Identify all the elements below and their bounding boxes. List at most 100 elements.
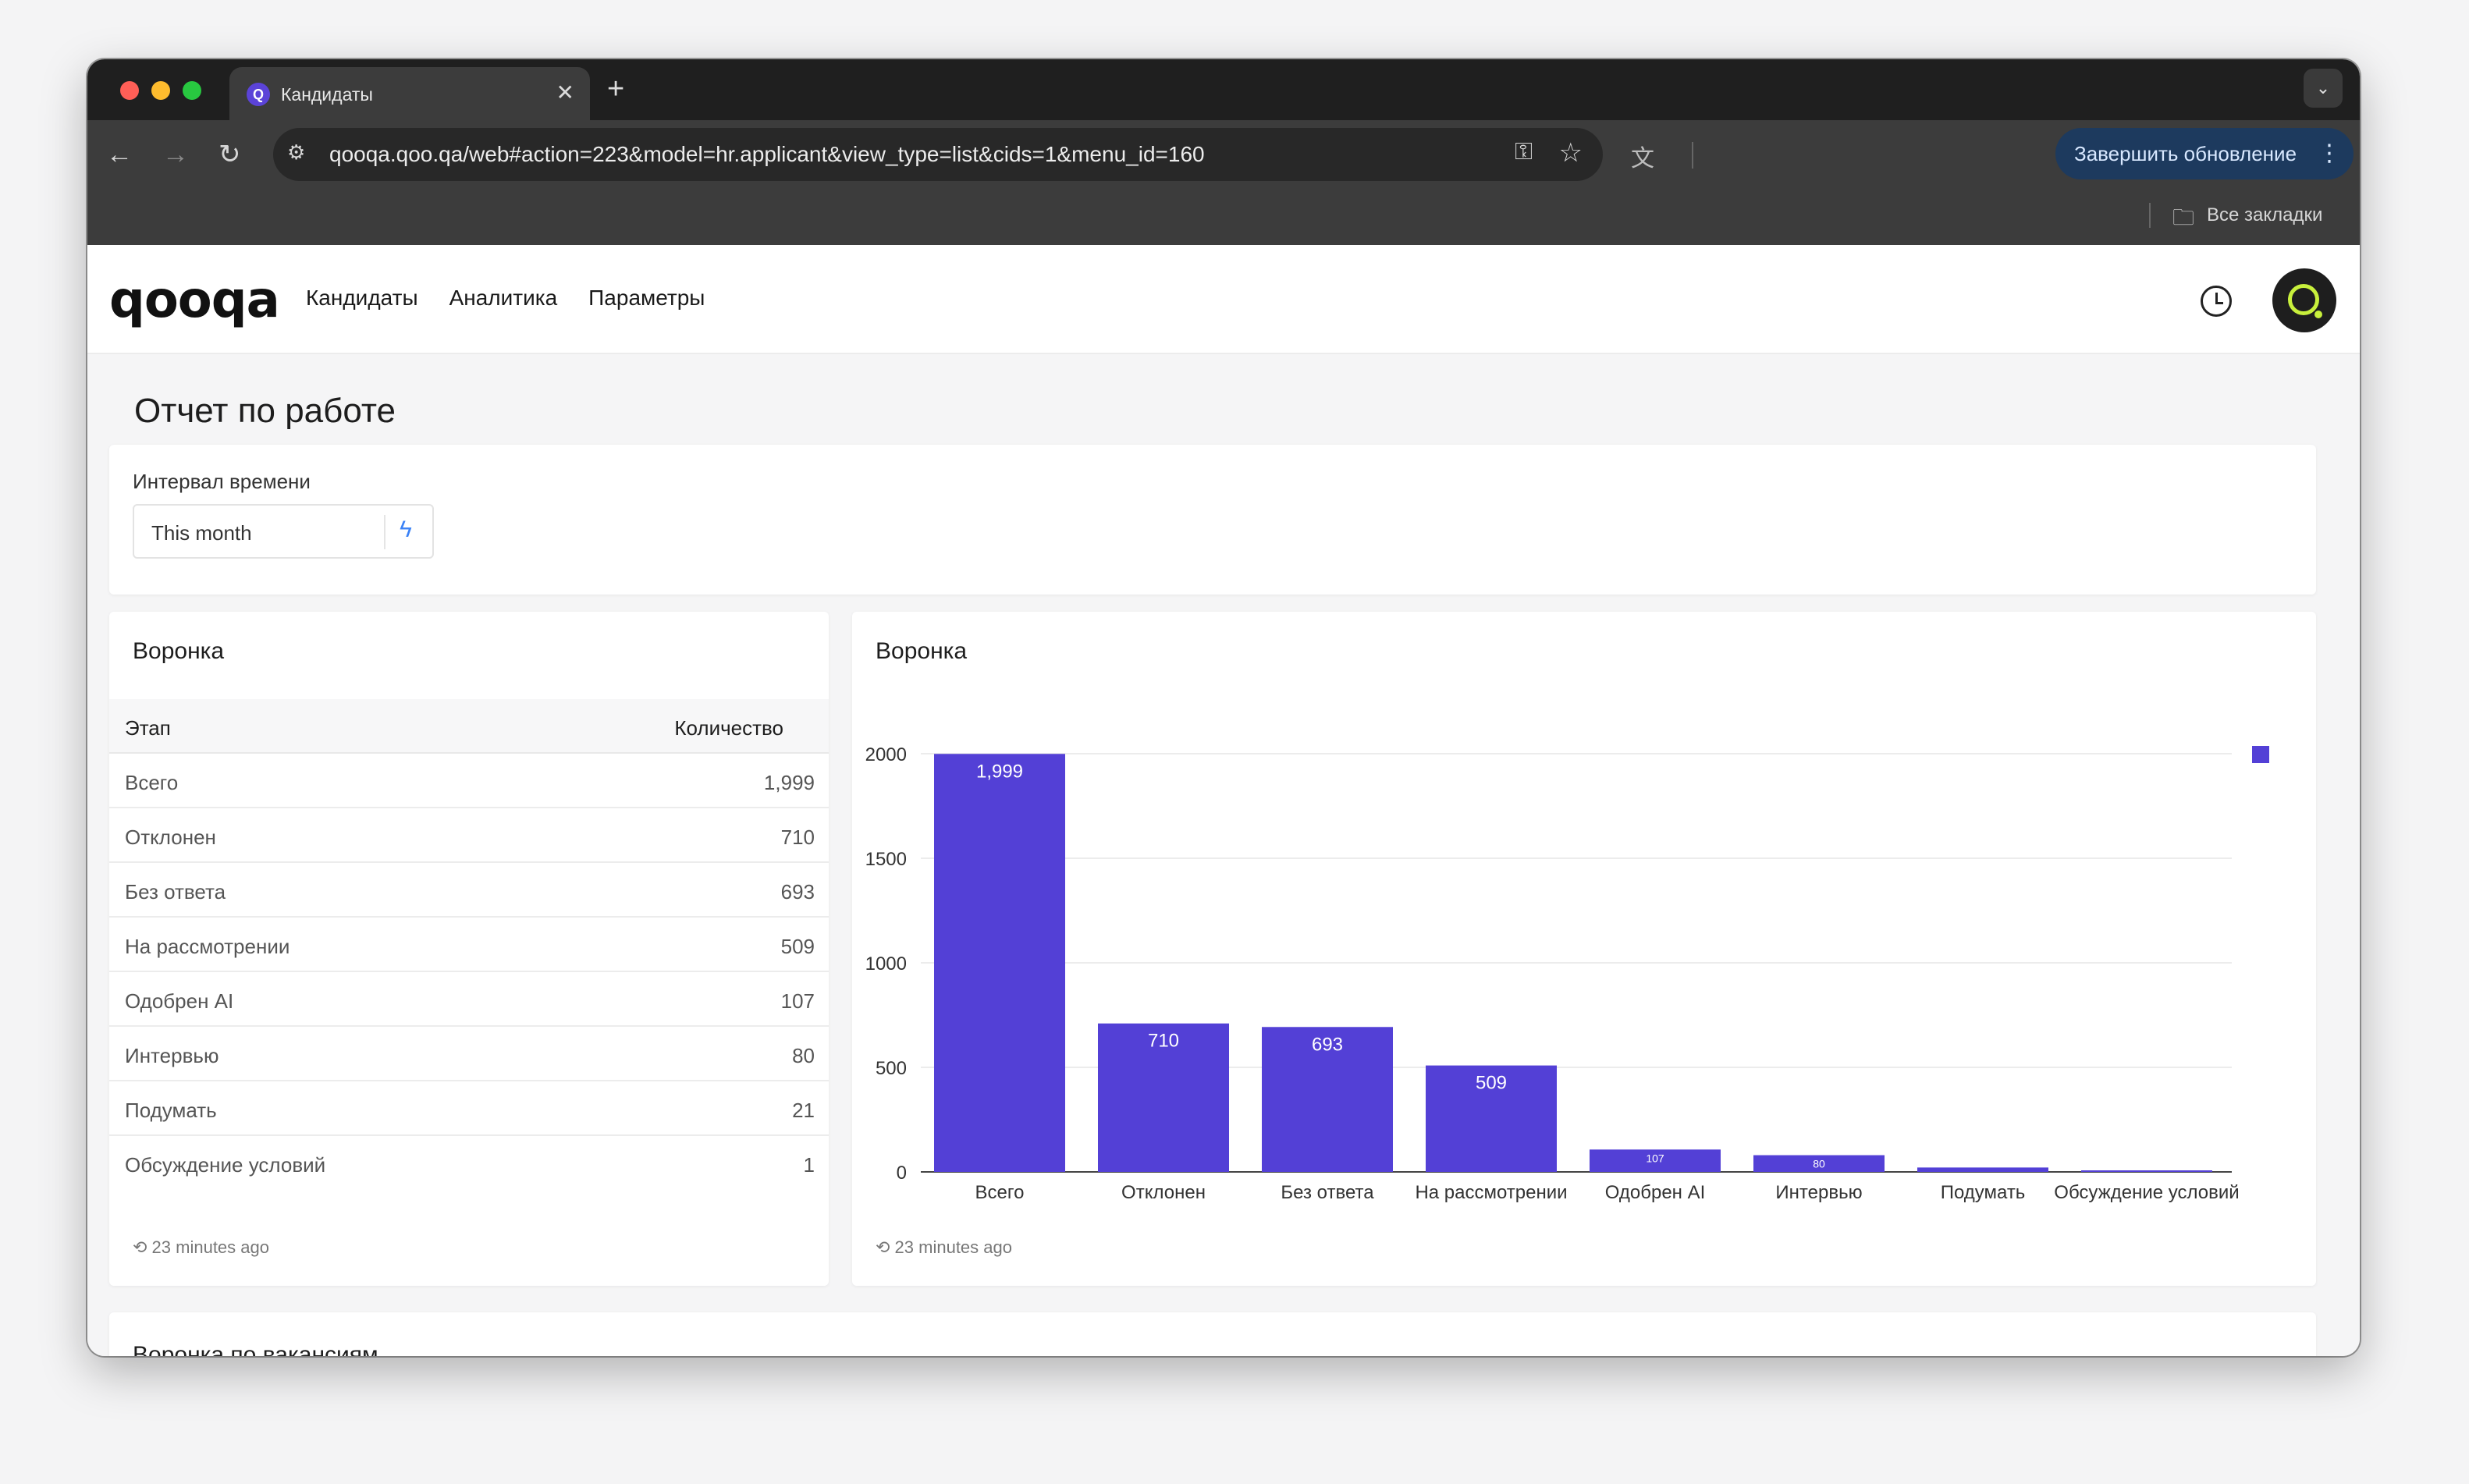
funnel-chart-card: Воронка 0 500 1000 1500 2000 1,999 Всего 710 Отк… [852, 612, 2316, 1286]
chart-updated-time: ⟲ 23 minutes ago [876, 1237, 1012, 1258]
more-vert-icon[interactable]: ⋮ [2318, 128, 2341, 179]
row-count: 107 [780, 989, 815, 1013]
bar [934, 754, 1065, 1172]
y-tick-label: 500 [876, 1058, 907, 1079]
table-row[interactable]: Одобрен AI 107 [109, 972, 829, 1027]
table-row[interactable]: Интервью 80 [109, 1027, 829, 1081]
row-stage: Подумать [125, 1099, 217, 1122]
nav-item-settings[interactable]: Параметры [588, 286, 705, 311]
filter-card: Интервал времени This month ϟ [109, 445, 2316, 595]
column-header-stage[interactable]: Этап [125, 716, 171, 740]
row-count: 1,999 [763, 771, 815, 794]
funnel-bar-chart: 0 500 1000 1500 2000 1,999 Всего 710 Отклонен 693… [865, 744, 2269, 1203]
vacancy-funnel-card: Воронка по вакансиям [109, 1312, 2316, 1356]
maximize-window-button[interactable] [183, 81, 201, 100]
chevron-down-icon[interactable]: ⌄ [2304, 69, 2343, 108]
site-settings-icon[interactable]: ⚙ [287, 140, 305, 165]
chart-updated-text: 23 minutes ago [894, 1237, 1012, 1257]
data-label: 80 [1813, 1158, 1825, 1170]
star-icon[interactable]: ☆ [1559, 137, 1583, 169]
main-nav: Кандидаты Аналитика Параметры [306, 286, 705, 311]
tab-strip: Q Кандидаты ✕ + ⌄ [87, 59, 2360, 120]
back-arrow-icon[interactable]: ← [106, 139, 133, 170]
avatar[interactable] [2272, 268, 2336, 332]
row-stage: Всего [125, 771, 179, 794]
avatar-ring [2288, 284, 2319, 315]
reload-icon[interactable]: ↻ [218, 139, 241, 170]
x-tick-label: На рассмотрении [1415, 1182, 1567, 1203]
close-icon[interactable]: ✕ [556, 81, 574, 105]
row-stage: На рассмотрении [125, 935, 290, 958]
table-header: Этап Количество [109, 699, 829, 754]
row-count: 1 [803, 1153, 815, 1177]
table-row[interactable]: Подумать 21 [109, 1081, 829, 1136]
search-icon: Q [247, 83, 270, 106]
funnel-table-card: Воронка Этап Количество Всего 1,999 Откл… [109, 612, 829, 1286]
history-icon: ⟲ [876, 1237, 895, 1257]
table-row[interactable]: Отклонен 710 [109, 808, 829, 863]
x-tick-label: Без ответа [1281, 1182, 1374, 1203]
funnel-table-title: Воронка [133, 638, 225, 664]
browser-tab-candidates[interactable]: Q Кандидаты ✕ [229, 67, 590, 120]
data-label: 509 [1476, 1073, 1507, 1094]
bolt-icon[interactable]: ϟ [400, 517, 412, 543]
row-stage: Без ответа [125, 880, 226, 904]
update-button[interactable]: Завершить обновление ⋮ [2055, 128, 2354, 179]
table-row[interactable]: Обсуждение условий 1 [109, 1136, 829, 1191]
column-header-count[interactable]: Количество [674, 716, 783, 740]
data-label: 107 [1646, 1152, 1664, 1164]
update-button-label: Завершить обновление [2074, 142, 2297, 165]
page-title: Отчет по работе [134, 392, 396, 430]
nav-item-candidates[interactable]: Кандидаты [306, 286, 418, 311]
app-content: qooqa Кандидаты Аналитика Параметры Отче… [87, 245, 2360, 1356]
new-tab-icon[interactable]: + [607, 73, 624, 105]
nav-item-analytics[interactable]: Аналитика [449, 286, 558, 311]
bookmarks-divider [2149, 203, 2151, 228]
table-row[interactable]: На рассмотрении 509 [109, 918, 829, 972]
y-tick-label: 2000 [865, 744, 907, 765]
table-updated-time: ⟲ 23 minutes ago [133, 1237, 269, 1258]
clock-icon[interactable] [2201, 286, 2232, 317]
data-label: 693 [1312, 1034, 1343, 1055]
bar [1917, 1167, 2048, 1172]
x-tick-label: Обсуждение условий [2054, 1182, 2239, 1203]
address-bar[interactable]: ⚙ qooqa.qoo.qa/web#action=223&model=hr.a… [273, 128, 1603, 181]
x-tick-label: Отклонен [1121, 1182, 1206, 1203]
table-updated-text: 23 minutes ago [151, 1237, 269, 1257]
row-count: 80 [792, 1044, 815, 1067]
table-row[interactable]: Без ответа 693 [109, 863, 829, 918]
row-count: 509 [780, 935, 815, 958]
x-tick-label: Подумать [1941, 1182, 2026, 1203]
all-bookmarks-link[interactable]: Все закладки [2207, 204, 2322, 226]
forward-arrow-icon[interactable]: → [162, 139, 189, 170]
x-tick-label: Интервью [1775, 1182, 1862, 1203]
time-interval-value[interactable]: This month [151, 521, 252, 545]
vacancy-funnel-title: Воронка по вакансиям [133, 1342, 378, 1356]
close-window-button[interactable] [120, 81, 139, 100]
select-divider [384, 515, 385, 549]
app-logo[interactable]: qooqa [109, 272, 280, 329]
data-label: 1,999 [976, 761, 1023, 782]
url-text[interactable]: qooqa.qoo.qa/web#action=223&model=hr.app… [329, 142, 1205, 167]
folder-icon: 🗀 [2172, 205, 2195, 229]
history-icon: ⟲ [133, 1237, 152, 1257]
row-count: 21 [792, 1099, 815, 1122]
data-label: 710 [1148, 1031, 1179, 1052]
toolbar-divider [1692, 142, 1693, 169]
filter-label: Интервал времени [133, 470, 311, 493]
row-stage: Обсуждение условий [125, 1153, 326, 1177]
x-tick-label: Одобрен AI [1605, 1182, 1706, 1203]
app-header: qooqa Кандидаты Аналитика Параметры [87, 245, 2360, 354]
key-icon[interactable]: ⚿ [1515, 139, 1533, 165]
table-row[interactable]: Всего 1,999 [109, 754, 829, 808]
translate-icon[interactable]: 文 [1631, 139, 1654, 173]
time-interval-select[interactable]: This month ϟ [133, 504, 434, 559]
row-stage: Интервью [125, 1044, 219, 1067]
minimize-window-button[interactable] [151, 81, 170, 100]
row-stage: Одобрен AI [125, 989, 234, 1013]
row-count: 693 [780, 880, 815, 904]
y-tick-label: 1000 [865, 953, 907, 975]
browser-window: Q Кандидаты ✕ + ⌄ ← → ↻ ⚙ qooqa.qoo.qa/w… [87, 59, 2360, 1356]
row-count: 710 [780, 825, 815, 849]
tab-title: Кандидаты [281, 84, 373, 105]
